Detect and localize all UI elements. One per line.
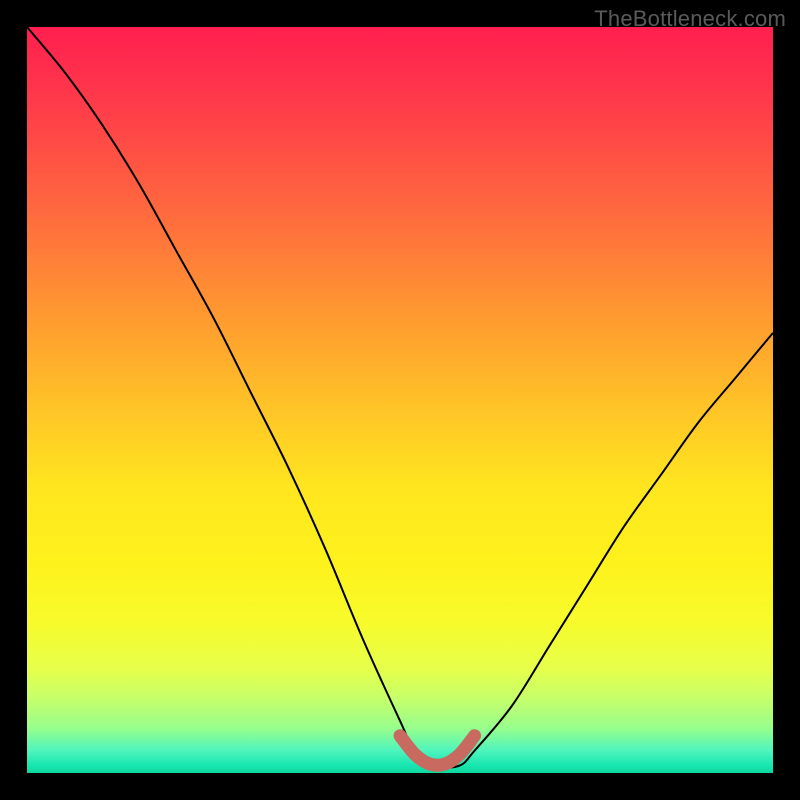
watermark-text: TheBottleneck.com — [594, 6, 786, 32]
chart-frame — [27, 27, 773, 773]
chart-overlay — [27, 27, 773, 773]
bottleneck-curve — [27, 27, 773, 767]
highlight-nub — [400, 736, 475, 766]
